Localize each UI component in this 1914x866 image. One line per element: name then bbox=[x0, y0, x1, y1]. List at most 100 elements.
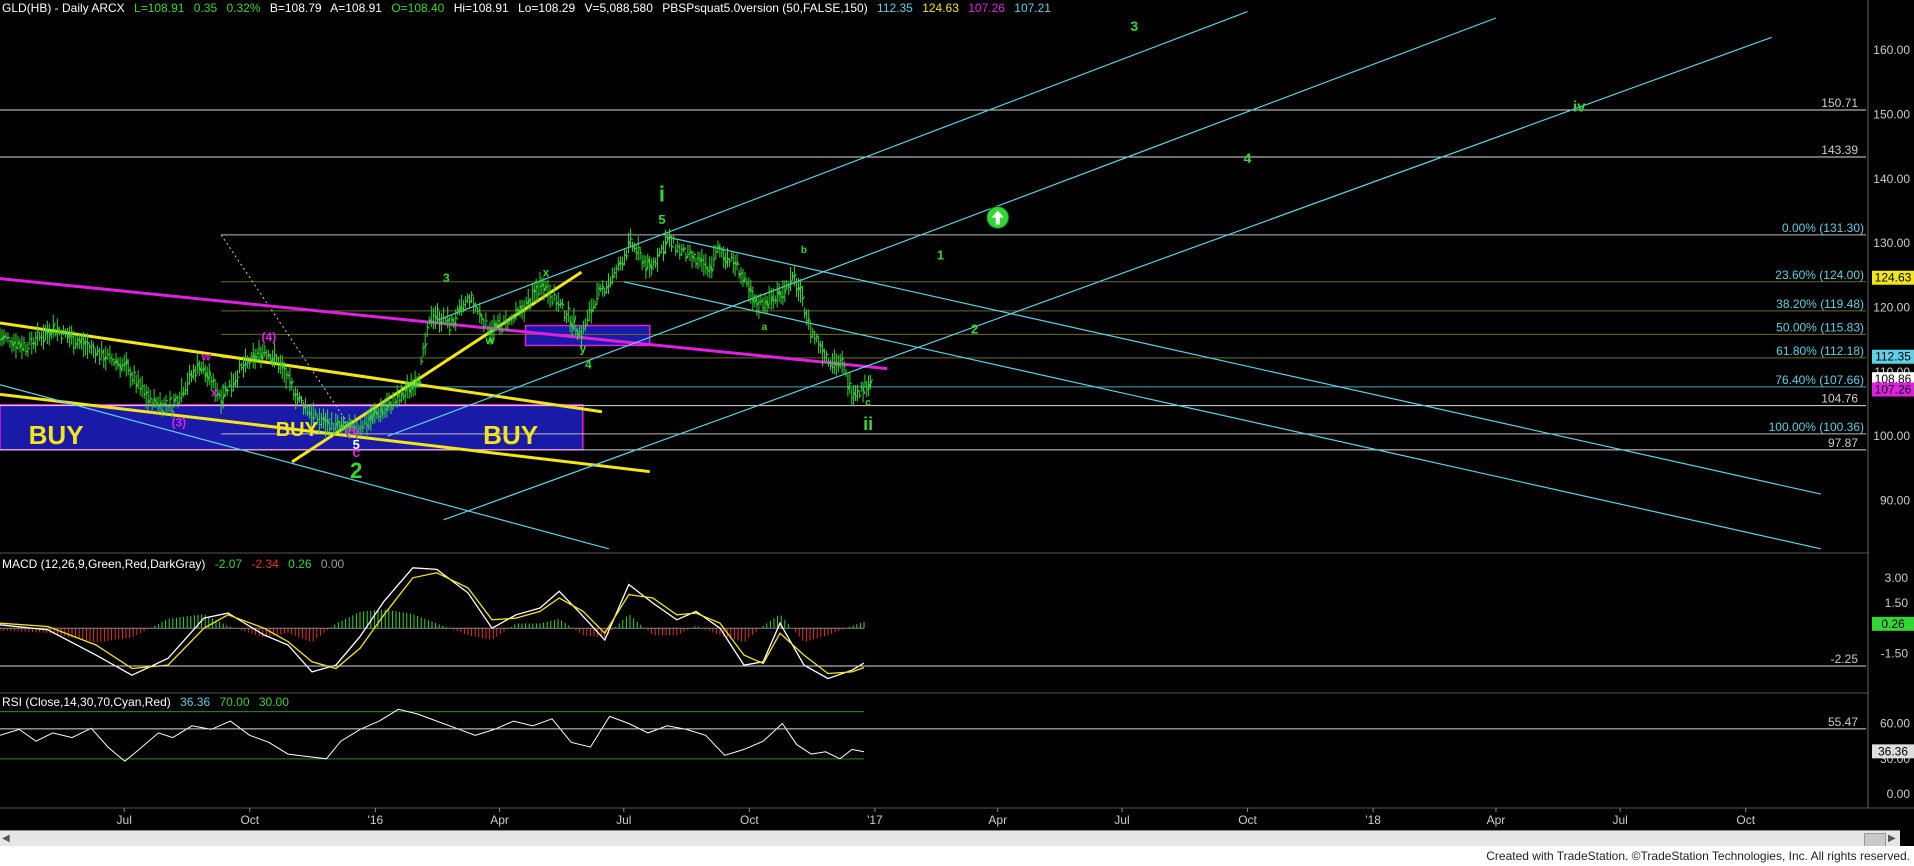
rsi-label: RSI (Close,14,30,70,Cyan,Red) bbox=[2, 695, 171, 709]
time-tick-label: Apr bbox=[1487, 813, 1506, 827]
horizontal-scrollbar[interactable]: ◀ ▶ bbox=[0, 830, 1900, 847]
indicator-label: PBSPsquat5.0version (50,FALSE,150) bbox=[662, 1, 868, 15]
low-price: Lo=108.29 bbox=[518, 1, 576, 15]
wave-label: 3 bbox=[1130, 18, 1138, 34]
rsi-header: RSI (Close,14,30,70,Cyan,Red) 36.36 70.0… bbox=[2, 695, 295, 709]
wave-label: b bbox=[801, 245, 807, 256]
wave-label: (3) bbox=[171, 416, 186, 430]
wave-label: y bbox=[579, 342, 586, 356]
wave-label: 4 bbox=[1244, 150, 1252, 166]
bid-price: B=108.79 bbox=[269, 1, 322, 15]
wave-label: ii bbox=[863, 414, 873, 434]
open-price: O=108.40 bbox=[391, 1, 445, 15]
symbol-label: GLD(HB) - Daily ARCX bbox=[2, 1, 125, 15]
indicator-value-2: 124.63 bbox=[922, 1, 959, 15]
footer: Created with TradeStation. ©TradeStation… bbox=[0, 846, 1914, 866]
indicator-value-1: 112.35 bbox=[877, 1, 913, 15]
scroll-right-arrow-icon[interactable]: ▶ bbox=[1888, 833, 1898, 845]
last-price: L=108.91 bbox=[134, 1, 185, 15]
wave-label: w bbox=[200, 349, 211, 363]
rsi-oversold: 30.00 bbox=[258, 695, 289, 709]
buy-label: BUY bbox=[276, 419, 319, 441]
scroll-left-arrow-icon[interactable]: ◀ bbox=[2, 833, 12, 845]
price-bar-close bbox=[362, 426, 366, 429]
volume: V=5,088,580 bbox=[584, 1, 653, 15]
buy-label: BUY bbox=[483, 420, 538, 450]
price-tick-label: 130.00 bbox=[1873, 236, 1910, 250]
rsi-value: 36.36 bbox=[180, 695, 211, 709]
macd-value: -2.07 bbox=[214, 557, 243, 571]
price-tick-label: 100.00 bbox=[1873, 429, 1910, 443]
price-tag-label: 107.26 bbox=[1875, 382, 1912, 396]
rsi-level-label: 55.47 bbox=[1828, 715, 1858, 729]
indicator-value-4: 107.21 bbox=[1014, 1, 1051, 15]
price-tick-label: 140.00 bbox=[1873, 172, 1910, 186]
macd-hist-value: 0.26 bbox=[288, 557, 312, 571]
rsi-overbought: 70.00 bbox=[219, 695, 250, 709]
indicator-value-3: 107.26 bbox=[968, 1, 1005, 15]
time-tick-label: Apr bbox=[988, 813, 1007, 827]
price-bar-close bbox=[392, 396, 396, 398]
wave-label: w bbox=[484, 333, 495, 347]
price-tag-label: 112.35 bbox=[1875, 350, 1911, 364]
wave-label: iv bbox=[1573, 98, 1586, 115]
fib-level-label: 0.00% (131.30) bbox=[1782, 221, 1864, 235]
wave-label: c bbox=[865, 397, 871, 408]
macd-value-tag-label: 0.26 bbox=[1881, 617, 1905, 631]
rsi-tick-label: 60.00 bbox=[1880, 716, 1910, 730]
fib-level-label: 61.80% (112.18) bbox=[1776, 344, 1864, 358]
fib-level-label: 100.00% (100.36) bbox=[1769, 420, 1864, 434]
time-tick-label: '17 bbox=[867, 813, 883, 827]
price-bar-close bbox=[639, 252, 643, 254]
copyright-text: Created with TradeStation. ©TradeStation… bbox=[1486, 849, 1910, 863]
macd-label: MACD (12,26,9,Green,Red,DarkGray) bbox=[2, 557, 206, 571]
fib-level-label: 50.00% (115.83) bbox=[1776, 320, 1864, 334]
time-tick-label: Oct bbox=[740, 813, 759, 827]
wave-label: 5 bbox=[658, 212, 665, 227]
macd-signal-value: -2.34 bbox=[251, 557, 279, 571]
scroll-thumb[interactable] bbox=[1864, 833, 1886, 847]
rsi-value-tag-label: 36.36 bbox=[1878, 744, 1908, 758]
wave-label: x bbox=[211, 385, 218, 399]
horizontal-level-label: 150.71 bbox=[1821, 96, 1858, 110]
time-tick-label: Oct bbox=[240, 813, 259, 827]
time-tick-label: Oct bbox=[1238, 813, 1257, 827]
wave-label: a bbox=[762, 322, 768, 333]
price-bar-close bbox=[501, 330, 505, 332]
change-value: 0.35 bbox=[193, 1, 218, 15]
macd-zero-value: 0.00 bbox=[320, 557, 345, 571]
time-tick-label: Jul bbox=[1114, 813, 1129, 827]
horizontal-level-label: 97.87 bbox=[1828, 436, 1858, 450]
ask-price: A=108.91 bbox=[330, 1, 382, 15]
rsi-tick-label: 0.00 bbox=[1887, 787, 1911, 801]
wave-label: (5) bbox=[345, 426, 359, 438]
horizontal-level-label: 143.39 bbox=[1821, 143, 1858, 157]
fib-level-label: 38.20% (119.48) bbox=[1776, 297, 1864, 311]
time-tick-label: Jul bbox=[616, 813, 631, 827]
time-tick-label: '16 bbox=[368, 813, 384, 827]
wave-label: 2 bbox=[350, 458, 362, 483]
wave-label: 2 bbox=[971, 321, 978, 336]
wave-label: i bbox=[659, 181, 665, 206]
wave-label: x bbox=[543, 266, 550, 280]
price-tick-label: 120.00 bbox=[1873, 301, 1910, 315]
change-percent: 0.32% bbox=[226, 1, 261, 15]
macd-header: MACD (12,26,9,Green,Red,DarkGray) -2.07 … bbox=[2, 557, 350, 571]
macd-level-label: -2.25 bbox=[1831, 652, 1859, 666]
price-tick-label: 160.00 bbox=[1873, 43, 1910, 57]
fib-level-label: 23.60% (124.00) bbox=[1775, 268, 1864, 282]
price-header: GLD(HB) - Daily ARCX L=108.91 0.35 0.32%… bbox=[2, 1, 1057, 15]
wave-label: 1 bbox=[937, 247, 944, 262]
price-tag-label: 124.63 bbox=[1875, 271, 1912, 285]
wave-label: 4 bbox=[585, 358, 592, 372]
time-tick-label: Jul bbox=[117, 813, 132, 827]
fib-level-label: 76.40% (107.66) bbox=[1775, 373, 1864, 387]
wave-label: c bbox=[352, 444, 360, 460]
time-tick-label: Oct bbox=[1736, 813, 1755, 827]
macd-tick-label: -1.50 bbox=[1881, 646, 1909, 660]
price-tick-label: 90.00 bbox=[1880, 494, 1910, 508]
price-tick-label: 150.00 bbox=[1873, 108, 1910, 122]
wave-label: (4) bbox=[262, 330, 277, 344]
time-tick-label: Apr bbox=[490, 813, 509, 827]
macd-tick-label: 3.00 bbox=[1885, 571, 1909, 585]
